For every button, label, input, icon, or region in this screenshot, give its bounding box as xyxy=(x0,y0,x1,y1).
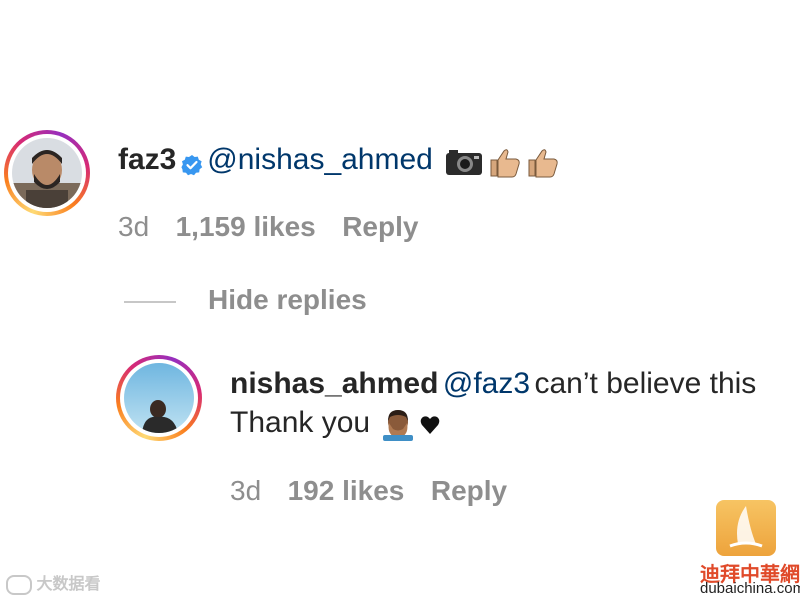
comment-line: faz3 @nishas_ahmed xyxy=(118,143,560,183)
comment-mention-link[interactable]: @nishas_ahmed xyxy=(207,143,433,176)
reply-mention-link[interactable]: @faz3 xyxy=(443,367,530,400)
comment-likes[interactable]: 1,159 likes xyxy=(176,211,316,242)
reply-text-line2: Thank you xyxy=(230,406,371,439)
black-heart-emoji-icon xyxy=(419,414,441,441)
reply-line-1: nishas_ahmed @faz3 can’t believe this xyxy=(230,367,756,401)
comment-reply-button[interactable]: Reply xyxy=(342,211,418,242)
hide-replies-button[interactable]: Hide replies xyxy=(208,284,367,316)
thumbs-up-emoji-icon xyxy=(488,146,522,183)
reply-time: 3d xyxy=(230,475,262,506)
commenter-avatar[interactable] xyxy=(4,130,90,216)
watermark-logo-icon xyxy=(716,500,776,556)
facepalm-emoji-icon xyxy=(381,409,415,446)
reply-reply-button[interactable]: Reply xyxy=(431,475,507,506)
comment-time: 3d xyxy=(118,211,150,242)
thumbs-up-emoji-icon xyxy=(526,146,560,183)
watermark-site-url: dubaichina.com xyxy=(700,580,800,597)
watermark-logo-icon xyxy=(6,574,32,595)
comment-meta: 3d 1,159 likes Reply xyxy=(118,211,418,243)
watermark-left-text: 大数据看 xyxy=(36,576,101,593)
reply-text-line1: can’t believe this xyxy=(534,367,757,400)
profile-photo xyxy=(12,138,82,208)
reply-username[interactable]: nishas_ahmed xyxy=(230,367,438,400)
reply-meta: 3d 192 likes Reply xyxy=(230,475,507,507)
camera-emoji-icon xyxy=(445,148,483,181)
hide-replies-line xyxy=(124,301,176,303)
reply-likes[interactable]: 192 likes xyxy=(288,475,405,506)
verified-badge-icon xyxy=(181,154,203,176)
profile-photo xyxy=(124,363,194,433)
watermark-left: 大数据看 xyxy=(6,570,100,595)
reply-line-2: Thank you xyxy=(230,406,441,446)
reply-avatar[interactable] xyxy=(116,355,202,441)
comment-username[interactable]: faz3 xyxy=(118,143,176,176)
